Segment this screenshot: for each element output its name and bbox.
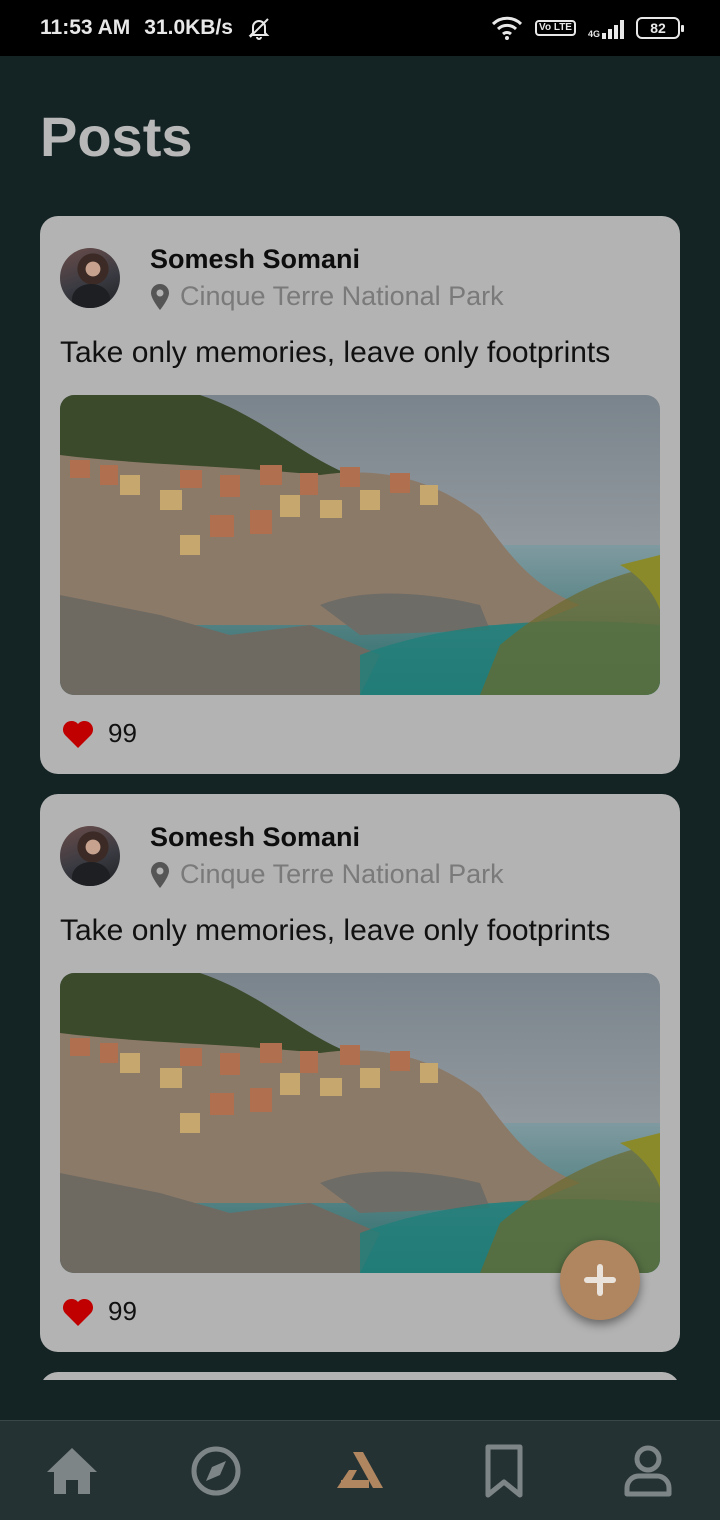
wifi-icon: [491, 16, 523, 40]
volte-icon: Vo LTE: [535, 20, 576, 36]
post-card-partial[interactable]: [40, 1372, 680, 1380]
status-bar: 11:53 AM 31.0KB/s Vo LTE 4G 82: [0, 0, 720, 56]
page-title: Posts: [40, 105, 193, 168]
signal-icon: 4G: [588, 17, 624, 39]
avatar[interactable]: [60, 826, 120, 886]
location[interactable]: Cinque Terre National Park: [150, 281, 504, 312]
avatar[interactable]: [60, 248, 120, 308]
author-name[interactable]: Somesh Somani: [150, 244, 504, 275]
location-pin-icon: [151, 861, 169, 888]
location-pin-icon: [151, 283, 169, 310]
battery-icon: 82: [636, 17, 684, 39]
heart-icon[interactable]: [62, 1297, 94, 1327]
status-time: 11:53 AM: [40, 16, 131, 39]
battery-level: 82: [650, 20, 666, 36]
like-count: 99: [108, 1296, 137, 1326]
bottom-nav: [0, 1420, 720, 1520]
nav-profile[interactable]: [612, 1435, 684, 1507]
nav-home[interactable]: [36, 1435, 108, 1507]
profile-icon: [624, 1445, 672, 1496]
plus-icon: [584, 1264, 616, 1296]
post-caption: Take only memories, leave only footprint…: [60, 336, 611, 369]
post-header: Somesh Somani Cinque Terre National Park: [60, 228, 660, 328]
post-caption: Take only memories, leave only footprint…: [60, 914, 611, 947]
post-card[interactable]: Somesh Somani Cinque Terre National Park…: [40, 216, 680, 774]
network-type: 4G: [587, 29, 600, 39]
nav-explore[interactable]: [180, 1435, 252, 1507]
posts-feed[interactable]: Somesh Somani Cinque Terre National Park…: [40, 216, 680, 1380]
nav-app-home[interactable]: [324, 1435, 396, 1507]
add-post-button[interactable]: [560, 1240, 640, 1320]
app-logo-icon: [337, 1451, 383, 1488]
post-header: Somesh Somani Cinque Terre National Park: [60, 806, 660, 906]
mute-bell-icon: [248, 18, 270, 40]
post-photo[interactable]: [60, 973, 660, 1273]
compass-icon: [191, 1446, 241, 1495]
author-name[interactable]: Somesh Somani: [150, 822, 504, 853]
likes[interactable]: 99: [62, 1296, 137, 1327]
location-label: Cinque Terre National Park: [180, 281, 504, 311]
post-photo[interactable]: [60, 395, 660, 695]
bookmark-icon: [485, 1444, 523, 1497]
location[interactable]: Cinque Terre National Park: [150, 859, 504, 890]
status-speed: 31.0KB/s: [144, 16, 233, 39]
nav-saved[interactable]: [468, 1435, 540, 1507]
location-label: Cinque Terre National Park: [180, 859, 504, 889]
home-icon: [47, 1447, 97, 1494]
like-count: 99: [108, 718, 137, 748]
likes[interactable]: 99: [62, 718, 137, 749]
heart-icon[interactable]: [62, 719, 94, 749]
